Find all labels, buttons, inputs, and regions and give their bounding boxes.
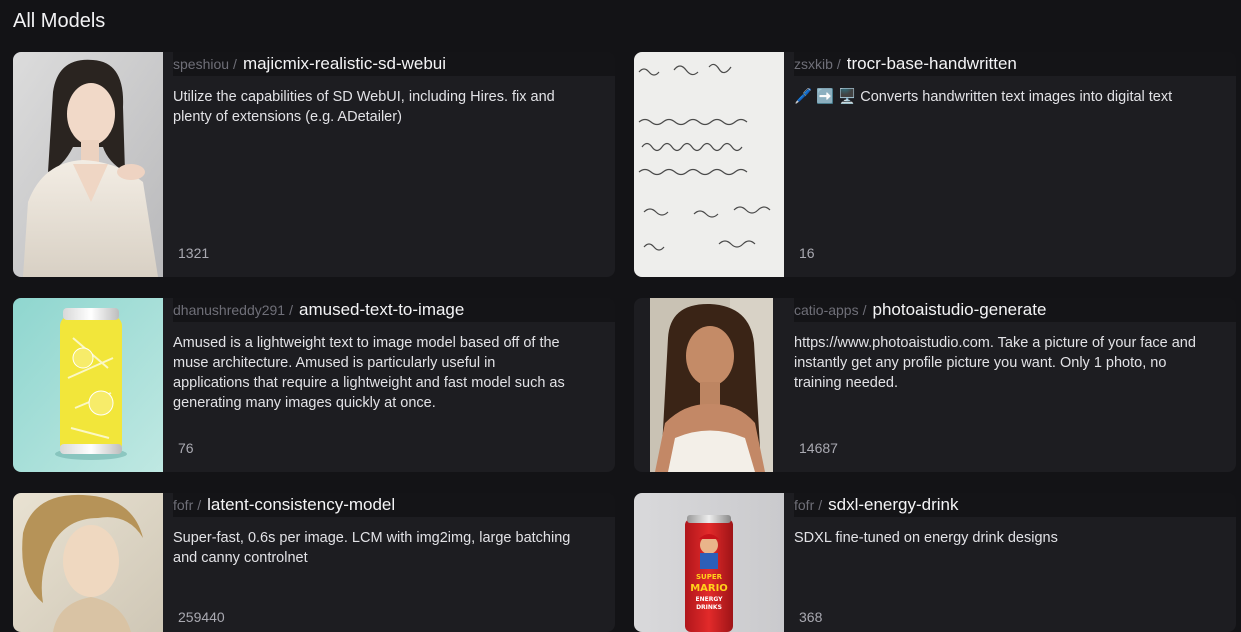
model-owner[interactable]: fofr <box>794 493 814 517</box>
model-card[interactable]: fofr / latent-consistency-model Super-fa… <box>13 493 615 632</box>
run-count: 76 <box>178 440 194 456</box>
model-thumbnail[interactable] <box>634 52 784 277</box>
model-card[interactable]: zsxkib / trocr-base-handwritten 🖊️ ➡️ 🖥️… <box>634 52 1236 277</box>
model-card[interactable]: catio-apps / photoaistudio-generate http… <box>634 298 1236 472</box>
model-thumbnail[interactable]: SUPER MARIO ENERGY DRINKS <box>634 493 784 632</box>
model-thumbnail[interactable] <box>13 298 163 472</box>
can-label-line-1: SUPER <box>696 573 723 581</box>
model-description: SDXL fine-tuned on energy drink designs <box>794 530 1058 546</box>
model-owner[interactable]: fofr <box>173 493 193 517</box>
model-name[interactable]: photoaistudio-generate <box>872 298 1046 322</box>
model-name[interactable]: latent-consistency-model <box>207 493 395 517</box>
can-label-line-3: ENERGY <box>696 596 724 603</box>
model-thumbnail[interactable] <box>13 52 163 277</box>
owner-separator: / <box>818 497 823 513</box>
model-card[interactable]: SUPER MARIO ENERGY DRINKS fofr / sdxl-en… <box>634 493 1236 632</box>
run-count: 14687 <box>799 440 838 456</box>
run-count: 368 <box>799 609 823 625</box>
model-name[interactable]: sdxl-energy-drink <box>828 493 958 517</box>
model-owner[interactable]: dhanushreddy291 <box>173 298 285 322</box>
model-card[interactable]: dhanushreddy291 / amused-text-to-image A… <box>13 298 615 472</box>
model-name[interactable]: majicmix-realistic-sd-webui <box>243 52 446 76</box>
model-thumbnail[interactable] <box>650 298 773 472</box>
can-label-line-4: DRINKS <box>696 604 722 611</box>
owner-separator: / <box>197 497 202 513</box>
owner-separator: / <box>836 56 841 72</box>
run-count: 16 <box>799 245 815 261</box>
page-title: All Models <box>13 10 106 32</box>
model-description: Amused is a lightweight text to image mo… <box>173 335 565 411</box>
owner-separator: / <box>233 56 237 72</box>
run-count: 1321 <box>178 245 210 261</box>
model-owner[interactable]: zsxkib <box>794 52 833 76</box>
owner-separator: / <box>289 302 293 318</box>
model-description: 🖊️ ➡️ 🖥️ Converts handwritten text image… <box>794 89 1173 105</box>
model-thumbnail[interactable] <box>13 493 163 632</box>
owner-separator: / <box>862 302 867 318</box>
model-description: https://www.photoaistudio.com. Take a pi… <box>794 335 1196 391</box>
model-owner[interactable]: catio-apps <box>794 298 859 322</box>
model-description: Super-fast, 0.6s per image. LCM with img… <box>173 530 571 566</box>
model-name[interactable]: amused-text-to-image <box>299 298 464 322</box>
model-card[interactable]: speshiou / majicmix-realistic-sd-webui U… <box>13 52 615 277</box>
run-count: 259440 <box>178 609 225 625</box>
model-description: Utilize the capabilities of SD WebUI, in… <box>173 89 555 125</box>
can-label-line-2: MARIO <box>690 583 728 594</box>
model-name[interactable]: trocr-base-handwritten <box>847 52 1017 76</box>
model-owner[interactable]: speshiou <box>173 52 229 76</box>
